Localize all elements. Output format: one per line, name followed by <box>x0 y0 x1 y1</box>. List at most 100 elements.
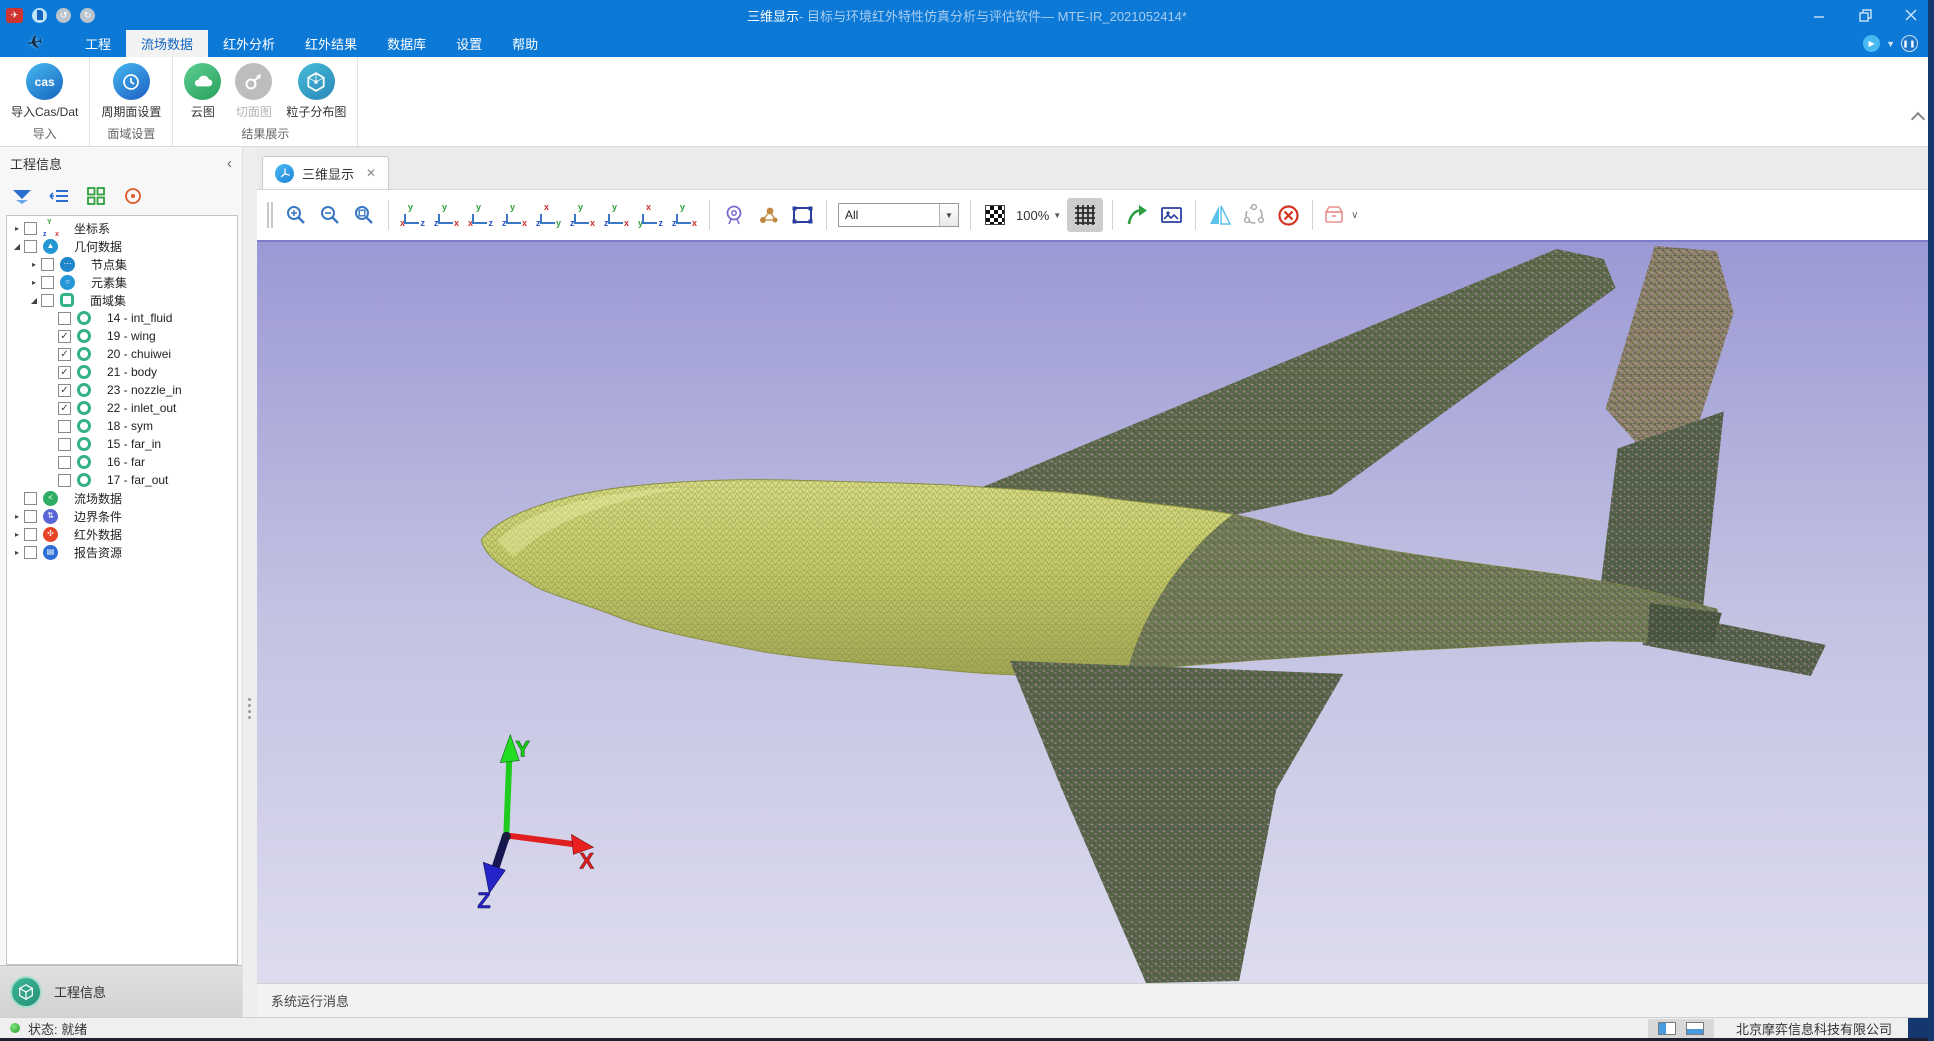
menu-item[interactable]: 工程 <box>70 30 126 57</box>
panel-splitter[interactable] <box>243 147 257 1017</box>
quick-pause-button[interactable]: ❚❚ <box>1901 35 1918 52</box>
filter-button[interactable] <box>12 186 32 206</box>
3d-viewport[interactable]: Y X Z <box>257 240 1934 983</box>
tree-checkbox[interactable] <box>41 258 54 271</box>
tree-row[interactable]: ▸ ✣ 红外数据 <box>7 525 237 543</box>
tree-checkbox[interactable] <box>24 510 37 523</box>
tree-expander[interactable]: ▸ <box>27 278 41 287</box>
view-right-button[interactable]: y z x <box>500 202 530 228</box>
network-cloud-button[interactable] <box>1239 198 1269 232</box>
tree-row[interactable]: 17 - far_out <box>7 471 237 489</box>
minimize-button[interactable] <box>1796 0 1842 30</box>
app-icon[interactable]: ✈ <box>6 8 23 23</box>
view-top-button[interactable]: x z y <box>534 202 564 228</box>
periodic-face-settings-button[interactable]: 周期面设置 <box>98 62 164 121</box>
contour-plot-button[interactable]: 云图 <box>181 62 224 121</box>
tree-row[interactable]: 15 - far_in <box>7 435 237 453</box>
collapse-panel-button[interactable]: ‹ <box>227 156 232 171</box>
view-isometric-1-button[interactable]: y z x <box>602 202 632 228</box>
zoom-in-button[interactable] <box>281 198 311 232</box>
tree-row[interactable]: ✓ 21 - body <box>7 363 237 381</box>
export-view-button[interactable] <box>1122 198 1152 232</box>
clear-view-button[interactable] <box>1273 198 1303 232</box>
tree-checkbox[interactable] <box>58 420 71 433</box>
tree-row[interactable]: < 流场数据 <box>7 489 237 507</box>
tree-checkbox[interactable] <box>58 474 71 487</box>
menu-item[interactable]: 红外分析 <box>208 30 290 57</box>
chevron-down-icon[interactable]: ∨ <box>1351 210 1358 221</box>
tree-checkbox[interactable] <box>24 222 37 235</box>
quick-run-button[interactable]: ▶ <box>1863 35 1880 52</box>
tree-checkbox[interactable]: ✓ <box>58 366 71 379</box>
tree-checkbox[interactable] <box>24 492 37 505</box>
archive-button[interactable]: ∨ <box>1322 198 1358 232</box>
zoom-out-button[interactable] <box>315 198 345 232</box>
save-button[interactable] <box>32 8 47 23</box>
collapse-ribbon-button[interactable] <box>1912 112 1924 120</box>
tree-expander[interactable]: ▸ <box>10 530 24 539</box>
group-view-button[interactable] <box>86 186 106 206</box>
mirror-button[interactable] <box>1205 198 1235 232</box>
tree-row[interactable]: ✓ 22 - inlet_out <box>7 399 237 417</box>
tree-row[interactable]: 14 - int_fluid <box>7 309 237 327</box>
tree-row[interactable]: ✓ 19 - wing <box>7 327 237 345</box>
menu-item[interactable]: 数据库 <box>372 30 441 57</box>
chevron-down-icon[interactable]: ▼ <box>1886 39 1895 49</box>
tree-row[interactable]: ◢ ▲ 几何数据 <box>7 237 237 255</box>
select-box-button[interactable] <box>787 198 817 232</box>
import-cas-dat-button[interactable]: cas 导入Cas/Dat <box>8 62 81 121</box>
tree-row[interactable]: 18 - sym <box>7 417 237 435</box>
panel-selector-bar[interactable]: 工程信息 <box>0 965 242 1017</box>
tree-checkbox[interactable]: ✓ <box>58 330 71 343</box>
menu-item[interactable]: 红外结果 <box>290 30 372 57</box>
tree-row[interactable]: ✓ 23 - nozzle_in <box>7 381 237 399</box>
tree-checkbox[interactable] <box>24 528 37 541</box>
tab-close-icon[interactable]: ✕ <box>366 166 376 180</box>
tree-expander[interactable]: ◢ <box>27 296 41 305</box>
toggle-left-panel-button[interactable] <box>1658 1022 1676 1035</box>
menu-item[interactable]: 帮助 <box>497 30 553 57</box>
tree-expander[interactable]: ▸ <box>10 512 24 521</box>
view-front-button[interactable]: y x z <box>398 202 428 228</box>
undo-button[interactable]: ↺ <box>56 8 71 23</box>
toggle-bottom-panel-button[interactable] <box>1686 1022 1704 1035</box>
transparency-button[interactable] <box>980 198 1010 232</box>
toolbar-grip[interactable] <box>267 202 273 228</box>
zoom-level-dropdown[interactable]: 100% ▼ <box>1016 208 1061 223</box>
locate-button[interactable] <box>123 186 143 206</box>
tree-row[interactable]: ▸ ⋯ 节点集 <box>7 255 237 273</box>
view-back-button[interactable]: y z x <box>432 202 462 228</box>
view-isometric-2-button[interactable]: x y z <box>636 202 666 228</box>
tree-row[interactable]: 16 - far <box>7 453 237 471</box>
tree-row[interactable]: ▸ ○ 元素集 <box>7 273 237 291</box>
tree-row[interactable]: ◢ 面域集 <box>7 291 237 309</box>
tree-checkbox[interactable] <box>24 546 37 559</box>
display-filter-combo[interactable]: All ▼ <box>838 203 959 227</box>
tree-checkbox[interactable]: ✓ <box>58 348 71 361</box>
view-isometric-3-button[interactable]: y z x <box>670 202 700 228</box>
tree-checkbox[interactable]: ✓ <box>58 402 71 415</box>
tree-row[interactable]: ▸ Yzx 坐标系 <box>7 219 237 237</box>
tree-row[interactable]: ▸ ⇅ 边界条件 <box>7 507 237 525</box>
chevron-down-icon[interactable]: ▼ <box>939 204 958 226</box>
collapse-all-button[interactable] <box>49 186 69 206</box>
tree-checkbox[interactable] <box>58 312 71 325</box>
tree-expander[interactable]: ▸ <box>10 224 24 233</box>
tree-checkbox[interactable] <box>24 240 37 253</box>
view-left-button[interactable]: y x z <box>466 202 496 228</box>
tree-checkbox[interactable] <box>58 456 71 469</box>
view-bottom-button[interactable]: y z x <box>568 202 598 228</box>
zoom-fit-button[interactable] <box>349 198 379 232</box>
tree-row[interactable]: ✓ 20 - chuiwei <box>7 345 237 363</box>
restore-button[interactable] <box>1842 0 1888 30</box>
snapshot-button[interactable] <box>1156 198 1186 232</box>
redo-button[interactable]: ↻ <box>80 8 95 23</box>
tree-checkbox[interactable] <box>58 438 71 451</box>
menu-item[interactable]: 流场数据 <box>126 30 208 57</box>
tree-expander[interactable]: ◢ <box>10 242 24 251</box>
tree-expander[interactable]: ▸ <box>10 548 24 557</box>
tree-checkbox[interactable] <box>41 276 54 289</box>
tree-expander[interactable]: ▸ <box>27 260 41 269</box>
tree-checkbox[interactable]: ✓ <box>58 384 71 397</box>
tree-row[interactable]: ▸ ▤ 报告资源 <box>7 543 237 561</box>
